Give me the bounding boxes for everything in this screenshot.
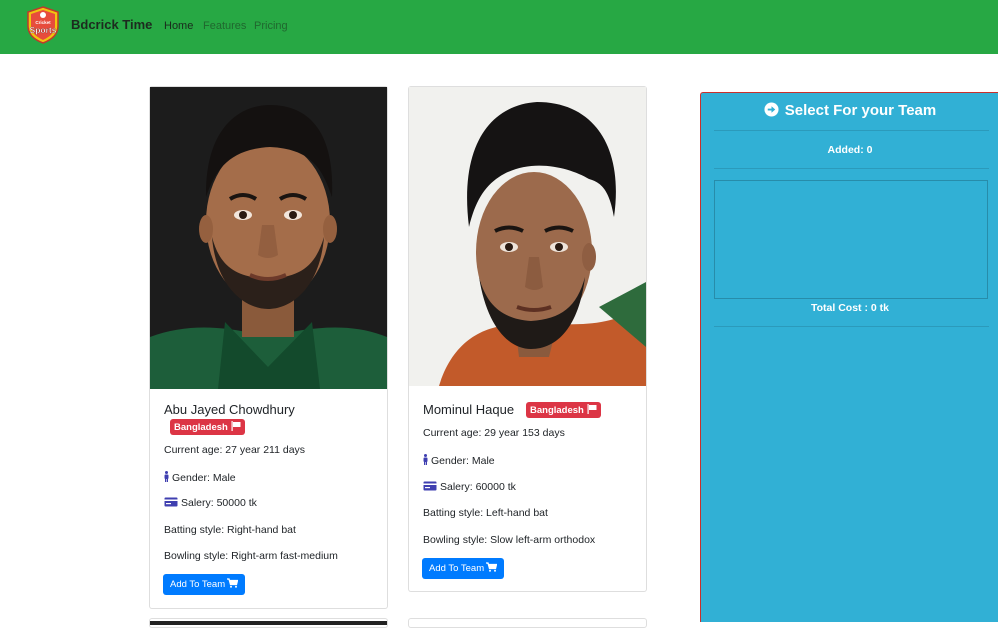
batting-info: Batting style: Left-hand bat [423,507,548,519]
player-card: Abu Jayed Chowdhury Bangladesh Current a… [149,86,388,609]
player-card [408,618,647,628]
total-cost: Total Cost : 0 tk [811,302,889,314]
player-photo [150,87,387,389]
nav-features[interactable]: Features [203,20,246,32]
credit-card-icon [164,497,178,507]
salary-info: Salery: 50000 tk [164,497,257,509]
country-badge: Bangladesh [170,419,245,435]
bowling-info: Bowling style: Slow left-arm orthodox [423,534,596,546]
country-badge: Bangladesh [526,402,601,418]
gender-info: Gender: Male [164,471,236,484]
logo-line-2: Sports [30,25,57,35]
team-list [714,180,988,299]
cart-icon [227,578,239,588]
male-icon [164,471,169,482]
added-count: Added: 0 [827,144,873,156]
flag-icon [231,421,241,431]
salary-info: Salery: 60000 tk [423,481,516,493]
gender-label: Gender: Male [431,455,495,467]
player-card [149,618,388,628]
country-label: Bangladesh [530,405,584,416]
panel-title-text: Select For your Team [784,102,937,119]
country-label: Bangladesh [174,422,228,433]
add-to-team-label: Add To Team [170,579,226,590]
nav-home[interactable]: Home [164,20,193,32]
male-icon [423,454,428,465]
nav-pricing[interactable]: Pricing [254,20,288,32]
navbar: Cricket Sports Bdcrick Time Home Feature… [0,0,998,54]
cart-icon [486,562,498,572]
player-name: Abu Jayed Chowdhury [164,402,295,417]
arrow-circle-right-icon [764,102,779,117]
credit-card-icon [423,481,437,491]
brand-name[interactable]: Bdcrick Time [71,17,152,32]
gender-info: Gender: Male [423,454,495,467]
age-info: Current age: 29 year 153 days [423,427,565,439]
player-name: Mominul Haque [423,402,515,417]
add-to-team-button[interactable]: Add To Team [422,558,505,579]
batting-info: Batting style: Right-hand bat [164,524,296,536]
team-panel: Select For your Team Added: 0 Total Cost… [700,92,998,622]
divider [714,130,989,131]
flag-icon [587,404,597,414]
player-card: Mominul Haque Bangladesh Current age: 29… [408,86,647,592]
age-info: Current age: 27 year 211 days [164,444,306,456]
salary-label: Salery: 50000 tk [181,497,257,509]
player-photo [409,87,646,386]
logo-icon[interactable]: Cricket Sports [26,6,60,44]
add-to-team-button[interactable]: Add To Team [163,574,246,595]
divider [714,168,989,169]
divider [714,326,989,327]
bowling-info: Bowling style: Right-arm fast-medium [164,550,338,562]
gender-label: Gender: Male [172,472,236,484]
salary-label: Salery: 60000 tk [440,481,516,493]
add-to-team-label: Add To Team [429,563,485,574]
panel-title: Select For your Team [701,102,998,119]
